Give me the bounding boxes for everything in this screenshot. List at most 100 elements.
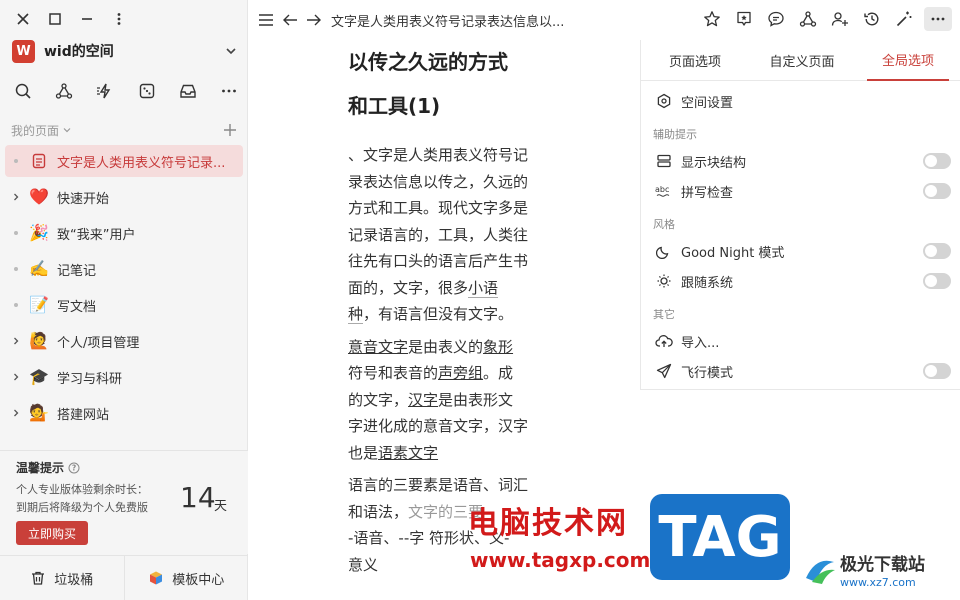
party-popper-icon: 🎉 xyxy=(29,223,49,242)
pin-comment-icon[interactable] xyxy=(732,7,756,31)
paragraph-2-text: 符号和表音的 xyxy=(348,364,439,382)
search-icon[interactable] xyxy=(12,80,34,102)
add-user-icon[interactable] xyxy=(828,7,852,31)
page-tree-label: 搭建网站 xyxy=(57,407,110,423)
top-bar: 文字是人类用表义符号记录表达信息以... xyxy=(249,0,960,40)
menu-icon[interactable] xyxy=(257,10,275,30)
maximize-icon[interactable] xyxy=(46,10,64,28)
watermark-tag-logo: TAG xyxy=(650,494,790,580)
page-tree-item-project[interactable]: 🙋 个人/项目管理 xyxy=(5,325,243,357)
import-label: 导入... xyxy=(681,335,720,351)
follow-system-label: 跟随系统 xyxy=(681,275,734,291)
more-horizontal-icon[interactable] xyxy=(218,80,240,102)
graph-icon[interactable] xyxy=(796,7,820,31)
tab-global-options[interactable]: 全局选项 xyxy=(867,40,949,81)
watermark-xz-url: www.xz7.com xyxy=(840,576,916,589)
page-tree-item-quick-start[interactable]: ❤️ 快速开始 xyxy=(5,181,243,213)
more-horizontal-icon xyxy=(931,17,945,21)
more-options-button[interactable] xyxy=(924,7,952,31)
spellcheck-row[interactable]: abc 拼写检查 xyxy=(653,179,951,203)
link-chinese-character[interactable]: 汉字 xyxy=(408,391,438,409)
tab-page-options[interactable]: 页面选项 xyxy=(641,40,749,81)
link-morphemic-script[interactable]: 语素文字 xyxy=(378,444,438,462)
airplane-mode-toggle[interactable] xyxy=(923,363,951,379)
svg-text:abc: abc xyxy=(655,185,669,194)
comment-icon[interactable] xyxy=(764,7,788,31)
expand-caret-icon[interactable] xyxy=(5,336,27,346)
page-tree-label: 快速开始 xyxy=(57,191,110,207)
writing-hand-icon: ✍️ xyxy=(29,259,49,278)
spellcheck-icon: abc xyxy=(653,180,675,202)
link-logosyllabic[interactable]: 意音文字 xyxy=(348,338,408,356)
space-settings-label: 空间设置 xyxy=(681,95,734,111)
bullet-dot xyxy=(14,303,18,307)
page-tree-item-docs[interactable]: 📝 写文档 xyxy=(5,289,243,321)
expand-caret-icon[interactable] xyxy=(5,192,27,202)
tab-custom-page[interactable]: 自定义页面 xyxy=(749,40,855,81)
tip-text: 个人专业版体验剩余时长： 到期后将降级为个人免费版 xyxy=(16,481,176,517)
document-heading[interactable]: 以传之久远的方式 和工具(1) xyxy=(348,40,528,128)
aurora-logo-icon xyxy=(806,560,835,584)
show-blocks-row[interactable]: 显示块结构 xyxy=(653,149,951,173)
dice-icon[interactable] xyxy=(136,80,158,102)
paragraph-1[interactable]: 、文字是人类用表义符号记录表达信息以传之，久远的方式和工具。现代文字多是记录语言… xyxy=(348,142,528,328)
document-icon xyxy=(27,153,51,169)
help-icon[interactable]: ? xyxy=(68,462,80,474)
template-cube-icon xyxy=(150,571,163,585)
buy-now-button[interactable]: 立即购买 xyxy=(16,521,88,545)
magic-wand-icon[interactable] xyxy=(892,7,916,31)
template-center-button[interactable]: 模板中心 xyxy=(123,556,249,600)
close-icon[interactable] xyxy=(14,10,32,28)
watermark-xz-name: 极光下载站 xyxy=(840,555,925,575)
space-settings-row[interactable]: 空间设置 xyxy=(653,89,951,113)
my-pages-toggle[interactable]: 我的页面 xyxy=(11,122,72,139)
page-tree-label: 个人/项目管理 xyxy=(57,335,140,351)
heart-icon: ❤️ xyxy=(29,187,49,206)
page-tree-item-notes[interactable]: ✍️ 记笔记 xyxy=(5,253,243,285)
page-tree-item-current[interactable]: 文字是人类用表义符号记录... xyxy=(5,145,243,177)
tip-line-2: 到期后将降级为个人免费版 xyxy=(16,501,148,514)
paragraph-2[interactable]: 意音文字是由表义的象形符号和表音的声旁组。成的文字，汉字是由表形文字进化成的意音… xyxy=(348,334,528,467)
page-tree-item-website[interactable]: 💁 搭建网站 xyxy=(5,397,243,429)
watermark-site-url: www.tagxp.com xyxy=(470,548,651,572)
page-tree-label: 写文档 xyxy=(57,299,97,315)
import-row[interactable]: 导入... xyxy=(653,329,951,353)
flash-icon[interactable] xyxy=(94,80,116,102)
more-vertical-icon[interactable] xyxy=(110,10,128,28)
heading-line-2: 和工具(1) xyxy=(348,94,441,118)
expand-caret-icon[interactable] xyxy=(5,408,27,418)
memo-icon: 📝 xyxy=(29,295,49,314)
watermark-site-name: 电脑技术网 xyxy=(468,506,628,541)
follow-system-row[interactable]: 跟随系统 xyxy=(653,269,951,293)
good-night-row[interactable]: Good Night 模式 xyxy=(653,239,951,263)
graph-icon[interactable] xyxy=(53,80,75,102)
sun-system-icon xyxy=(653,270,675,292)
section-assist: 辅助提示 xyxy=(653,128,697,141)
trash-label: 垃圾桶 xyxy=(54,572,94,588)
workspace-switcher[interactable]: W wid的空间 xyxy=(12,38,238,64)
spellcheck-toggle[interactable] xyxy=(923,183,951,199)
add-page-icon[interactable] xyxy=(223,123,237,137)
page-tree-item-study[interactable]: 🎓 学习与科研 xyxy=(5,361,243,393)
inbox-icon[interactable] xyxy=(177,80,199,102)
page-tree-item-welcome[interactable]: 🎉 致“我来”用户 xyxy=(5,217,243,249)
link-pictograph[interactable]: 象形 xyxy=(483,338,513,356)
airplane-mode-row[interactable]: 飞行模式 xyxy=(653,359,951,383)
link-phonetic[interactable]: 声旁组 xyxy=(438,364,483,382)
paragraph-2-text: 是由表义的 xyxy=(408,337,484,356)
trash-button[interactable]: 垃圾桶 xyxy=(0,556,124,600)
show-blocks-toggle[interactable] xyxy=(923,153,951,169)
follow-system-toggle[interactable] xyxy=(923,273,951,289)
minimize-icon[interactable] xyxy=(78,10,96,28)
history-icon[interactable] xyxy=(860,7,884,31)
watermark-xz-badge: 极光下载站 www.xz7.com xyxy=(800,546,960,600)
forward-arrow-icon[interactable] xyxy=(305,10,323,30)
heading-line-1: 以传之久远的方式 xyxy=(348,50,508,74)
page-tree-label: 文字是人类用表义符号记录... xyxy=(57,155,226,171)
page-title-breadcrumb[interactable]: 文字是人类用表义符号记录表达信息以... xyxy=(331,11,581,30)
good-night-toggle[interactable] xyxy=(923,243,951,259)
top-bar-right xyxy=(700,7,952,31)
star-icon[interactable] xyxy=(700,7,724,31)
expand-caret-icon[interactable] xyxy=(5,372,27,382)
back-arrow-icon[interactable] xyxy=(281,10,299,30)
